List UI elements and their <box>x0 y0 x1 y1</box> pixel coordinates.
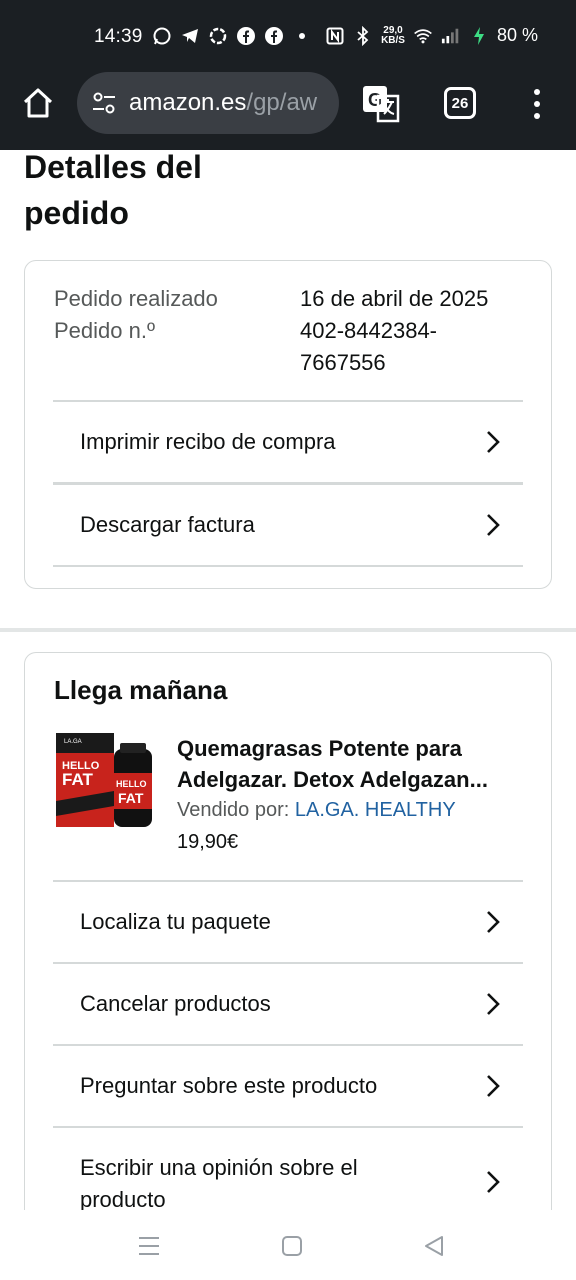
ask-product-question-label: Preguntar sobre este producto <box>80 1073 378 1098</box>
charging-icon <box>469 26 489 46</box>
home-icon <box>23 88 53 118</box>
order-number-label: Pedido n.º <box>54 318 155 343</box>
status-bar: 14:39 29,0 KB/S 80 % <box>0 0 576 72</box>
shipment-card: Llega mañana LA.GA HELLO FAT HELLO FAT Q… <box>24 652 552 1252</box>
print-receipt-link[interactable]: Imprimir recibo de compra <box>53 400 523 482</box>
cancel-items-link[interactable]: Cancelar productos <box>53 962 523 1044</box>
product-price: 19,90€ <box>177 831 239 853</box>
site-settings-icon[interactable] <box>91 90 117 116</box>
delivery-status-heading: Llega mañana <box>54 675 228 705</box>
chevron-right-icon <box>487 1171 500 1193</box>
bluetooth-icon <box>353 25 373 46</box>
box-brand-text: LA.GA <box>64 739 82 745</box>
url-text: amazon.es/gp/aw <box>129 89 318 116</box>
chevron-right-icon <box>487 911 500 933</box>
ask-product-question-link[interactable]: Preguntar sobre este producto <box>53 1044 523 1126</box>
bottle-hello-text: HELLO <box>116 779 147 789</box>
product-title-link[interactable]: Quemagrasas Potente para Adelgazar. Deto… <box>177 733 527 795</box>
translate-button[interactable]: G <box>361 84 401 124</box>
browser-toolbar: amazon.es/gp/aw G 26 <box>0 72 576 150</box>
status-time: 14:39 <box>94 26 143 47</box>
order-placed-label: Pedido realizado <box>54 286 218 311</box>
dot-icon <box>292 26 312 46</box>
back-nav-icon[interactable] <box>422 1234 446 1258</box>
section-divider <box>0 628 576 632</box>
cancel-items-label: Cancelar productos <box>80 991 271 1016</box>
track-package-label: Localiza tu paquete <box>80 909 271 934</box>
order-placed-row: Pedido realizado <box>54 283 218 315</box>
chevron-right-icon <box>487 993 500 1015</box>
system-icons: 29,0 KB/S 80 % <box>325 25 538 46</box>
seller-info: Vendido por: LA.GA. HEALTHY <box>177 799 456 822</box>
seller-link[interactable]: LA.GA. HEALTHY <box>295 799 456 821</box>
whatsapp-icon <box>152 26 172 46</box>
chevron-right-icon <box>487 513 500 536</box>
download-invoice-label: Descargar factura <box>80 511 255 537</box>
home-button[interactable] <box>20 85 56 121</box>
facebook-icon <box>264 26 284 46</box>
nfc-icon <box>325 26 345 46</box>
chevron-right-icon <box>487 431 500 453</box>
address-bar[interactable]: amazon.es/gp/aw <box>77 72 339 134</box>
order-info-card: Pedido realizado 16 de abril de 2025 Ped… <box>24 260 552 589</box>
product-image[interactable]: LA.GA HELLO FAT HELLO FAT <box>54 731 154 831</box>
wifi-icon <box>413 26 433 46</box>
write-review-label: Escribir una opinión sobre el producto <box>80 1155 358 1212</box>
order-number-row: Pedido n.º <box>54 315 155 347</box>
battery-level: 80 % <box>496 25 538 45</box>
track-package-link[interactable]: Localiza tu paquete <box>53 880 523 962</box>
order-placed-value: 16 de abril de 2025 <box>300 286 489 311</box>
home-nav-icon[interactable] <box>280 1234 304 1258</box>
svg-text:G: G <box>368 90 382 110</box>
chevron-right-icon <box>487 1075 500 1097</box>
overflow-menu-button[interactable] <box>528 86 546 122</box>
sold-by-label: Vendido por: <box>177 799 290 821</box>
openai-icon <box>208 26 228 46</box>
notification-icons <box>152 26 312 46</box>
order-number-value: 402-8442384- 7667556 <box>300 318 438 375</box>
recent-apps-icon[interactable] <box>137 1234 161 1258</box>
translate-icon: G <box>363 86 400 123</box>
page-title: Detalles del pedido <box>24 149 202 231</box>
telegram-icon <box>180 26 200 46</box>
download-invoice-link[interactable]: Descargar factura <box>53 482 523 564</box>
tab-switcher-button[interactable]: 26 <box>444 87 476 119</box>
facebook-icon <box>236 26 256 46</box>
box-fat-text: FAT <box>62 770 93 789</box>
divider <box>53 565 523 567</box>
system-nav-bar <box>0 1210 576 1280</box>
network-speed: 29,0 KB/S <box>381 24 405 46</box>
print-receipt-label: Imprimir recibo de compra <box>80 429 336 454</box>
signal-icon <box>441 26 461 46</box>
bottle-fat-text: FAT <box>118 790 144 806</box>
